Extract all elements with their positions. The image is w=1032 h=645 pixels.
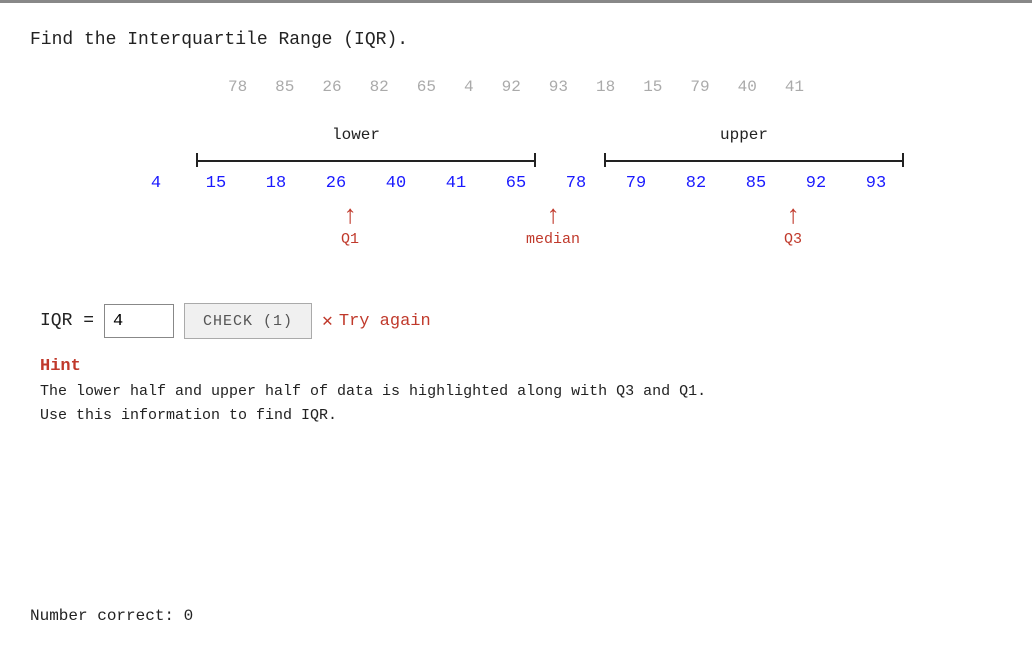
number-line-area: lower upper 4 15 18 26 40 41 65 78 79 82 [30, 126, 1002, 263]
unordered-num-2: 85 [275, 78, 294, 96]
sorted-numbers-row: 4 15 18 26 40 41 65 78 79 82 85 92 93 [126, 174, 906, 193]
number-correct: Number correct: 0 [30, 607, 193, 625]
unordered-numbers-row: 78 85 26 82 65 4 92 93 18 15 79 40 41 [30, 78, 1002, 96]
q1-arrow: ↑ Q1 [341, 203, 359, 248]
q3-arrow-icon: ↑ [785, 203, 801, 229]
sorted-num-4: 4 [136, 174, 176, 193]
upper-label: upper [594, 126, 894, 144]
sorted-num-26: 26 [316, 174, 356, 193]
unordered-num-13: 41 [785, 78, 804, 96]
iqr-input[interactable] [104, 304, 174, 338]
unordered-num-12: 40 [738, 78, 757, 96]
unordered-num-7: 92 [502, 78, 521, 96]
q1-arrow-icon: ↑ [342, 203, 358, 229]
sorted-num-82: 82 [676, 174, 716, 193]
median-arrow: ↑ median [526, 203, 580, 248]
hint-title: Hint [40, 357, 1002, 376]
bracket-lines [126, 150, 906, 168]
unordered-num-11: 79 [690, 78, 709, 96]
unordered-num-8: 93 [549, 78, 568, 96]
unordered-num-3: 26 [322, 78, 341, 96]
sorted-num-15: 15 [196, 174, 236, 193]
sorted-num-85: 85 [736, 174, 776, 193]
sorted-num-65: 65 [496, 174, 536, 193]
sorted-num-41: 41 [436, 174, 476, 193]
sorted-num-40: 40 [376, 174, 416, 193]
sorted-num-92: 92 [796, 174, 836, 193]
hint-text: The lower half and upper half of data is… [40, 380, 1002, 428]
unordered-num-5: 65 [417, 78, 436, 96]
iqr-label: IQR = [40, 311, 94, 331]
q3-label: Q3 [784, 231, 802, 248]
sorted-num-78: 78 [556, 174, 596, 193]
x-icon: ✕ [322, 310, 333, 332]
hint-line2: Use this information to find IQR. [40, 407, 337, 424]
hint-section: Hint The lower half and upper half of da… [30, 357, 1002, 428]
lower-label: lower [186, 126, 526, 144]
unordered-num-4: 82 [370, 78, 389, 96]
try-again-text: Try again [339, 312, 431, 331]
question-title: Find the Interquartile Range (IQR). [30, 30, 1002, 50]
q3-arrow: ↑ Q3 [784, 203, 802, 248]
median-label: median [526, 231, 580, 248]
unordered-num-10: 15 [643, 78, 662, 96]
unordered-num-6: 4 [464, 78, 474, 96]
input-row: IQR = CHECK (1) ✕ Try again [30, 303, 1002, 339]
check-button[interactable]: CHECK (1) [184, 303, 312, 339]
unordered-num-9: 18 [596, 78, 615, 96]
try-again-message: ✕ Try again [322, 310, 431, 332]
sorted-num-18: 18 [256, 174, 296, 193]
hint-line1: The lower half and upper half of data is… [40, 383, 706, 400]
sorted-num-93: 93 [856, 174, 896, 193]
arrows-row: ↑ Q1 ↑ median ↑ Q3 [126, 203, 906, 263]
q1-label: Q1 [341, 231, 359, 248]
median-arrow-icon: ↑ [545, 203, 561, 229]
unordered-num-1: 78 [228, 78, 247, 96]
sorted-num-79: 79 [616, 174, 656, 193]
